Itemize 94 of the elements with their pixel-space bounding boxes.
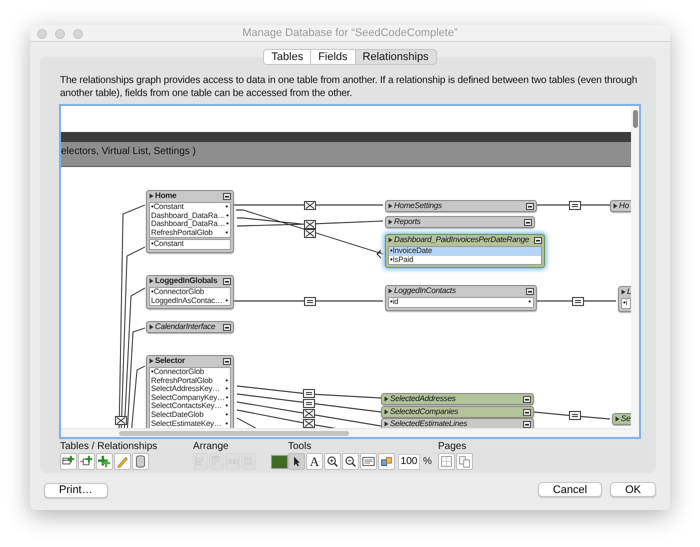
relationship-plus-icon <box>80 455 93 468</box>
table-occurrence[interactable]: Reports <box>385 216 535 228</box>
arrow-icon[interactable] <box>388 219 393 225</box>
equals-icon <box>303 389 315 398</box>
cross-icon <box>303 409 315 418</box>
collapse-icon[interactable] <box>524 218 532 226</box>
window-icon <box>362 455 375 468</box>
zoom-field[interactable]: 100 <box>398 454 420 470</box>
pointer-button[interactable] <box>288 453 305 470</box>
arrow-icon[interactable] <box>149 193 154 199</box>
collapse-icon[interactable] <box>223 324 231 330</box>
zoom-in-button[interactable] <box>324 453 341 470</box>
table-name: SelectedCompanies <box>390 407 460 417</box>
toggle-size-button[interactable] <box>360 453 377 470</box>
arrow-icon[interactable] <box>388 203 393 209</box>
arrow-icon[interactable] <box>613 203 618 209</box>
arrow-icon[interactable] <box>149 358 154 364</box>
table-name: L <box>627 287 631 297</box>
arrow-icon[interactable] <box>149 278 154 284</box>
table-name: Reports <box>394 217 422 227</box>
tab[interactable]: Fields <box>311 49 356 65</box>
equals-icon <box>572 297 584 306</box>
table-name: LoggedInGlobals <box>155 276 218 286</box>
dialog-button[interactable]: Cancel <box>538 482 602 497</box>
collapse-icon[interactable] <box>526 288 534 294</box>
table-occurrence[interactable]: Se <box>612 413 631 425</box>
highlight-button[interactable] <box>378 453 395 470</box>
text-button[interactable]: A <box>306 453 323 470</box>
cross-icon <box>115 416 127 425</box>
group-label: Tools <box>288 441 312 453</box>
collapse-icon[interactable] <box>223 192 231 200</box>
page-grid-button[interactable] <box>438 453 455 470</box>
table-name: Dashboard_PaidInvoicesPerDateRange <box>394 235 530 245</box>
table-occurrence[interactable]: HomeSettings <box>385 200 537 212</box>
collapse-icon[interactable] <box>534 236 542 244</box>
table-occurrence[interactable]: SelectedAddresses <box>381 393 534 405</box>
table-name: Se <box>621 414 631 424</box>
duplicate-button[interactable] <box>96 453 113 470</box>
equals-icon <box>569 201 581 210</box>
arrow-icon[interactable] <box>149 324 154 330</box>
arrow-icon[interactable] <box>384 396 389 402</box>
page-setup-button[interactable] <box>456 453 473 470</box>
collapse-icon[interactable] <box>223 358 231 364</box>
band-title: electors, Virtual List, Settings ) <box>61 145 196 159</box>
tab[interactable]: Tables <box>263 49 312 65</box>
pages-icon <box>458 455 471 468</box>
dialog-button[interactable]: Print… <box>44 482 108 498</box>
add-relationship-button[interactable] <box>78 453 95 470</box>
group-label: Tables / Relationships <box>60 441 158 453</box>
percent-label: % <box>423 455 432 469</box>
edit-button[interactable] <box>114 453 131 470</box>
zoom-out-button[interactable] <box>342 453 359 470</box>
arrow-icon[interactable] <box>615 416 620 422</box>
table-name: Ho <box>619 201 630 211</box>
equals-icon <box>303 399 315 408</box>
equals-icon <box>304 297 316 306</box>
description-text: The relationships graph provides access to data in one table from another. If a relationship is defined between two tables (even through another table), fields from one table can be accessed from the other. <box>60 74 638 100</box>
table-occurrence[interactable]: SelectedCompanies <box>381 406 534 418</box>
database-icon <box>134 455 147 468</box>
table-occurrence[interactable]: CalendarInterface <box>146 321 234 333</box>
table-name: HomeSettings <box>394 201 443 211</box>
scrollbar-thumb[interactable] <box>119 431 349 436</box>
arrow-icon[interactable] <box>388 237 393 243</box>
cross-icon <box>303 419 315 428</box>
table-name: LoggedInContacts <box>394 286 457 296</box>
arrow-icon[interactable] <box>388 288 393 294</box>
table-name: Selector <box>155 356 186 366</box>
dialog-button[interactable]: OK <box>610 482 656 497</box>
table-name: CalendarInterface <box>155 322 216 332</box>
table-occurrence[interactable]: Ho <box>610 200 631 212</box>
page-grid-icon <box>440 455 453 468</box>
table-name: Home <box>155 191 178 201</box>
scrollbar-thumb[interactable] <box>633 110 638 128</box>
cross-icon <box>304 220 316 229</box>
table-name: SelectedEstimateLines <box>390 419 468 429</box>
pencil-icon <box>116 455 129 468</box>
zoom-in-icon <box>326 455 339 468</box>
arrow-icon[interactable] <box>621 289 626 295</box>
zoom-out-icon <box>344 455 357 468</box>
group-label: Pages <box>438 441 468 453</box>
table-name: SelectedAddresses <box>390 394 457 404</box>
collapse-icon[interactable] <box>526 202 534 210</box>
cross-icon <box>304 201 316 210</box>
color-swatch[interactable] <box>271 454 288 468</box>
duplicate-plus-icon <box>98 455 111 468</box>
window-title: Manage Database for “SeedCodeComplete” <box>242 26 458 41</box>
collapse-icon[interactable] <box>223 278 231 284</box>
group-label: Arrange <box>193 441 230 453</box>
cross-icon <box>304 229 316 238</box>
delete-button[interactable] <box>132 453 149 470</box>
equals-icon <box>569 411 581 420</box>
tab[interactable]: Relationships <box>356 49 437 65</box>
add-table-button[interactable] <box>60 453 77 470</box>
highlight-icon <box>380 455 393 468</box>
